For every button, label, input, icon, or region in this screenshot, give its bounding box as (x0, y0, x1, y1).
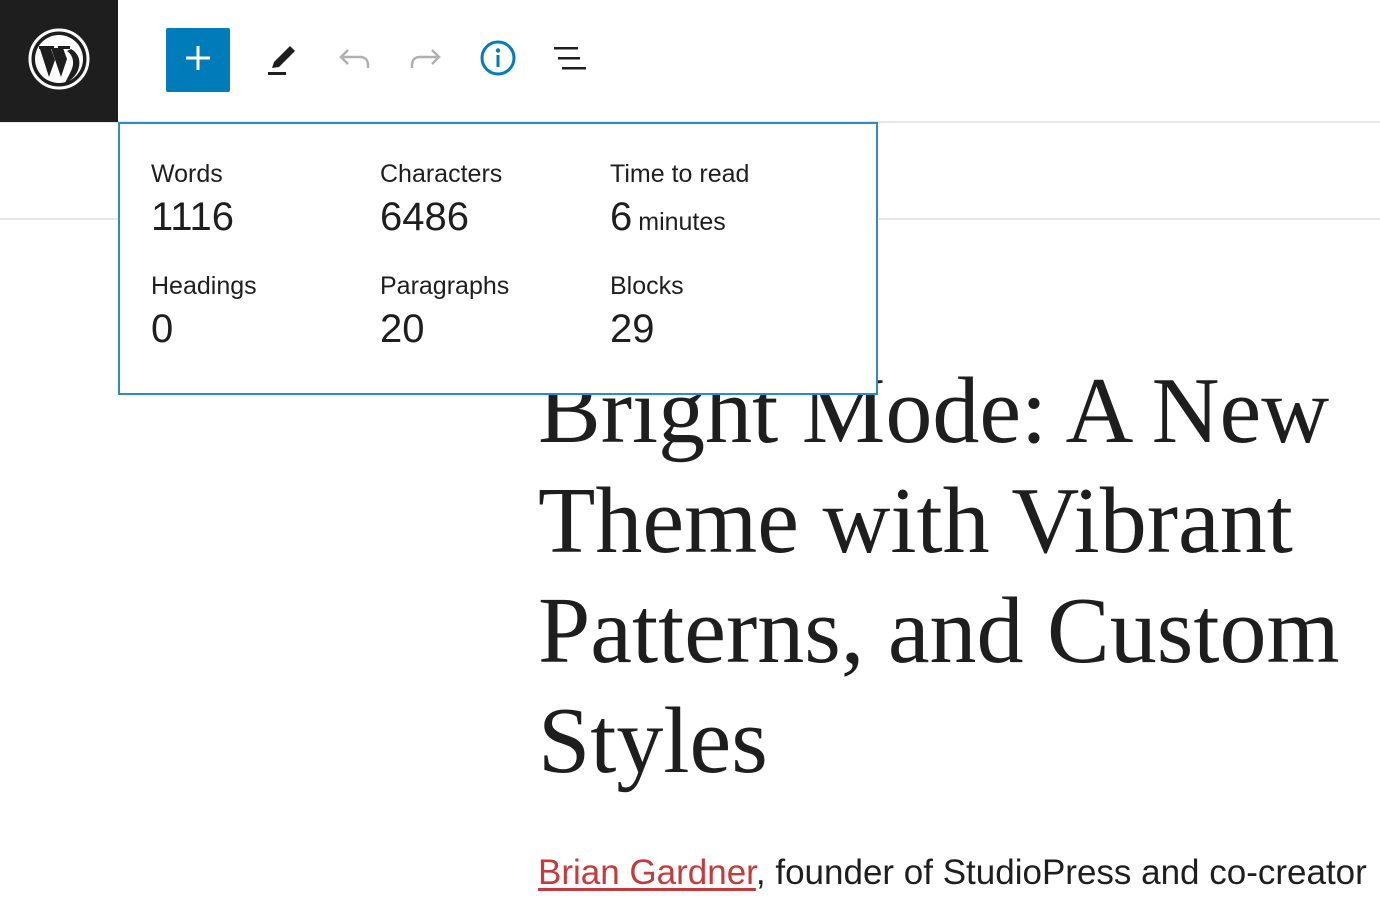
stat-label-blocks: Blocks (610, 272, 684, 300)
post-title[interactable]: Bright Mode: A New Theme with Vibrant Pa… (538, 356, 1380, 796)
wordpress-logo-icon (27, 27, 91, 96)
stat-time-to-read: Time to read 6 minutes (610, 159, 749, 246)
undo-button[interactable] (322, 28, 386, 92)
stat-paragraphs: Paragraphs 20 (380, 271, 509, 353)
stat-label-characters: Characters (380, 160, 503, 188)
stat-blocks: Blocks 29 (610, 271, 684, 353)
stat-words: Words 1116 (151, 159, 234, 241)
stat-value-paragraphs: 20 (380, 307, 425, 351)
author-link[interactable]: Brian Gardner (538, 853, 756, 892)
editor-page: Words 1116 Characters 6486 Time to read … (0, 0, 1380, 908)
byline-text: , founder of StudioPress and co-creator (755, 853, 1367, 892)
list-view-icon (550, 38, 590, 83)
list-view-button[interactable] (538, 28, 602, 92)
stat-label-time-to-read: Time to read (610, 160, 750, 188)
tools-button[interactable] (250, 28, 314, 92)
info-icon (478, 38, 518, 83)
stat-characters: Characters 6486 (380, 159, 502, 241)
stat-value-characters: 6486 (380, 195, 469, 239)
time-to-read-number: 6 (610, 195, 633, 239)
stat-value-blocks: 29 (610, 307, 655, 351)
stat-headings: Headings 0 (151, 271, 257, 353)
plus-icon (183, 43, 213, 78)
redo-icon (406, 38, 446, 83)
redo-button[interactable] (394, 28, 458, 92)
stat-value-time-to-read: 6 minutes (610, 193, 749, 246)
pencil-icon (262, 38, 302, 83)
wordpress-logo-button[interactable] (0, 0, 118, 122)
undo-icon (334, 38, 374, 83)
document-details-popover: Words 1116 Characters 6486 Time to read … (118, 122, 878, 395)
stat-label-words: Words (151, 160, 223, 188)
time-to-read-unit: minutes (638, 208, 726, 236)
add-block-button[interactable] (166, 28, 230, 92)
details-button[interactable] (466, 28, 530, 92)
stat-label-paragraphs: Paragraphs (380, 272, 510, 300)
editor-toolbar (0, 0, 1380, 123)
stat-value-headings: 0 (151, 307, 174, 351)
post-paragraph[interactable]: Brian Gardner, founder of StudioPress an… (538, 850, 1380, 896)
stat-value-words: 1116 (151, 195, 235, 239)
stat-label-headings: Headings (151, 272, 257, 300)
